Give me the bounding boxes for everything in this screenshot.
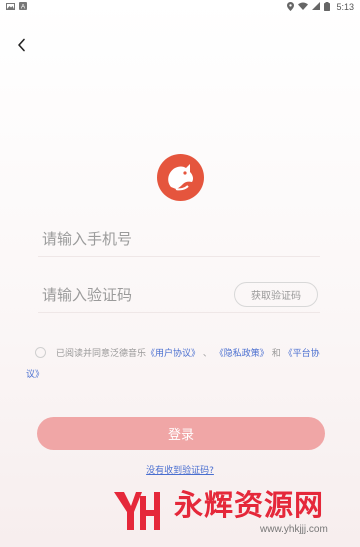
- code-input[interactable]: [38, 285, 218, 304]
- fox-logo-icon: [157, 154, 204, 201]
- no-code-row: 没有收到验证码?: [0, 463, 360, 476]
- privacy-policy-link[interactable]: 《隐私政策》: [215, 349, 269, 359]
- back-button[interactable]: [12, 35, 32, 55]
- agreement-prefix: 已阅读并同意泛德音乐: [56, 349, 147, 359]
- watermark-title: 永辉资源网: [174, 488, 325, 522]
- code-field-row: 获取验证码: [38, 277, 320, 313]
- signal-icon: [312, 2, 321, 12]
- svg-text:A: A: [21, 4, 26, 11]
- watermark-url: www.yhkjjj.com: [260, 524, 328, 535]
- watermark-logo-icon: [114, 492, 160, 530]
- status-time: 5:13: [336, 2, 354, 12]
- agreement-separator: 、: [202, 349, 212, 359]
- phone-input[interactable]: [38, 229, 218, 248]
- phone-field-row: [38, 221, 320, 257]
- login-button[interactable]: 登录: [37, 417, 325, 450]
- gallery-icon: [6, 2, 15, 12]
- location-icon: [287, 1, 295, 13]
- wifi-icon: [298, 2, 309, 12]
- chevron-left-icon: [18, 38, 25, 52]
- agreement-text: 已阅读并同意泛德音乐《用户协议》 、 《隐私政策》 和 《平台协议》: [26, 344, 326, 386]
- agreement-separator-and: 和: [271, 349, 281, 359]
- status-bar-right: 5:13: [287, 1, 354, 13]
- no-code-link[interactable]: 没有收到验证码?: [146, 466, 214, 476]
- get-code-button[interactable]: 获取验证码: [234, 282, 318, 307]
- user-agreement-link[interactable]: 《用户协议》: [146, 349, 200, 359]
- status-bar-left: A: [6, 2, 27, 12]
- status-bar: A 5:13: [0, 0, 360, 14]
- watermark: 永辉资源网 www.yhkjjj.com: [112, 488, 342, 544]
- battery-icon: [324, 1, 331, 13]
- notification-a-icon: A: [19, 2, 27, 12]
- app-logo: [157, 154, 204, 201]
- agreement-checkbox[interactable]: [35, 347, 46, 358]
